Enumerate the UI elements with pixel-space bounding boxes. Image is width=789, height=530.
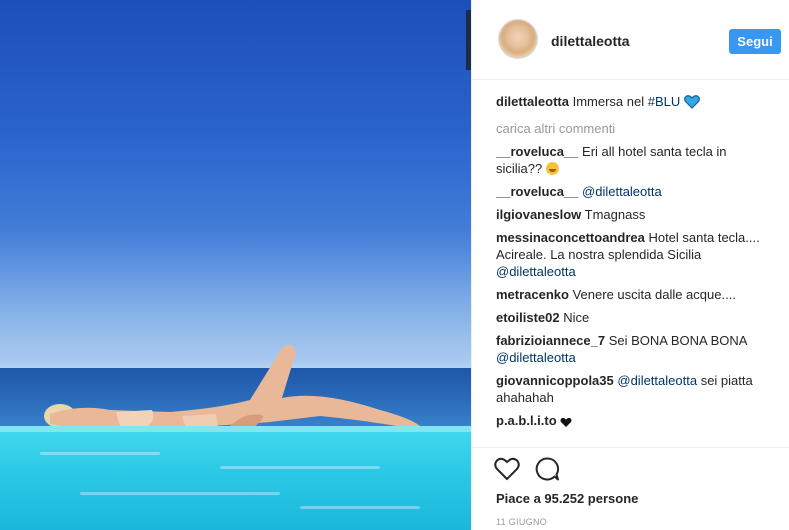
post-header: dilettaleotta Segui (472, 0, 789, 80)
comment-username[interactable]: giovannicoppola35 (496, 373, 614, 388)
comment-username[interactable]: fabrizioiannece_7 (496, 333, 605, 348)
comment-item: p.a.b.l.i.to (496, 412, 776, 429)
comment-text: Venere uscita dalle acque.... (568, 287, 736, 302)
comment-mention[interactable]: @dilettaleotta (496, 264, 576, 279)
comment-username[interactable]: metracenko (496, 287, 569, 302)
blue-heart-icon (683, 95, 700, 109)
black-heart-icon (560, 417, 572, 427)
comment-bubble-icon[interactable] (534, 456, 560, 482)
post-sidebar: dilettaleotta Segui dilettaleotta Immers… (471, 0, 789, 530)
likes-count[interactable]: Piace a 95.252 persone (496, 491, 638, 506)
sunbather-figure (44, 344, 420, 434)
comment-text: Sei BONA BONA BONA (605, 333, 747, 348)
action-bar: Piace a 95.252 persone 11 GIUGNO (472, 447, 789, 527)
grinning-sweat-emoji-icon (545, 162, 559, 175)
post-username[interactable]: dilettaleotta (551, 33, 630, 49)
caption-username[interactable]: dilettaleotta (496, 94, 569, 109)
comment-username[interactable]: messinaconcettoandrea (496, 230, 645, 245)
comment-item: fabrizioiannece_7 Sei BONA BONA BONA @di… (496, 332, 776, 366)
comment-username[interactable]: etoiliste02 (496, 310, 560, 325)
comment-username[interactable]: ilgiovaneslow (496, 207, 581, 222)
caption: dilettaleotta Immersa nel #BLU (496, 93, 776, 110)
comment-item: metracenko Venere uscita dalle acque.... (496, 286, 776, 303)
comment-username[interactable]: p.a.b.l.i.to (496, 413, 557, 428)
comment-item: giovannicoppola35 @dilettaleotta sei pia… (496, 372, 776, 406)
comment-item: __roveluca__ Eri all hotel santa tecla i… (496, 143, 776, 177)
caption-text: Immersa nel (572, 94, 648, 109)
comment-mention[interactable]: @dilettaleotta (582, 184, 662, 199)
comment-mention[interactable]: @dilettaleotta (617, 373, 697, 388)
comment-mention[interactable]: @dilettaleotta (496, 350, 576, 365)
comment-item: messinaconcettoandrea Hotel santa tecla.… (496, 229, 776, 280)
comment-item: __roveluca__ @dilettaleotta (496, 183, 776, 200)
comment-item: ilgiovaneslow Tmagnass (496, 206, 776, 223)
avatar[interactable] (498, 19, 538, 59)
like-heart-icon[interactable] (494, 457, 520, 481)
comments-list: dilettaleotta Immersa nel #BLU carica al… (496, 93, 776, 435)
caption-hashtag[interactable]: #BLU (648, 94, 681, 109)
comment-text: Tmagnass (581, 207, 646, 222)
comment-item: etoiliste02 Nice (496, 309, 776, 326)
load-more-comments[interactable]: carica altri commenti (496, 120, 776, 137)
comment-username[interactable]: __roveluca__ (496, 184, 578, 199)
comment-username[interactable]: __roveluca__ (496, 144, 578, 159)
pool-water (0, 432, 471, 530)
follow-button[interactable]: Segui (729, 29, 781, 54)
comment-text: Nice (559, 310, 590, 325)
post-date[interactable]: 11 GIUGNO (496, 517, 547, 527)
post-photo[interactable] (0, 0, 471, 530)
